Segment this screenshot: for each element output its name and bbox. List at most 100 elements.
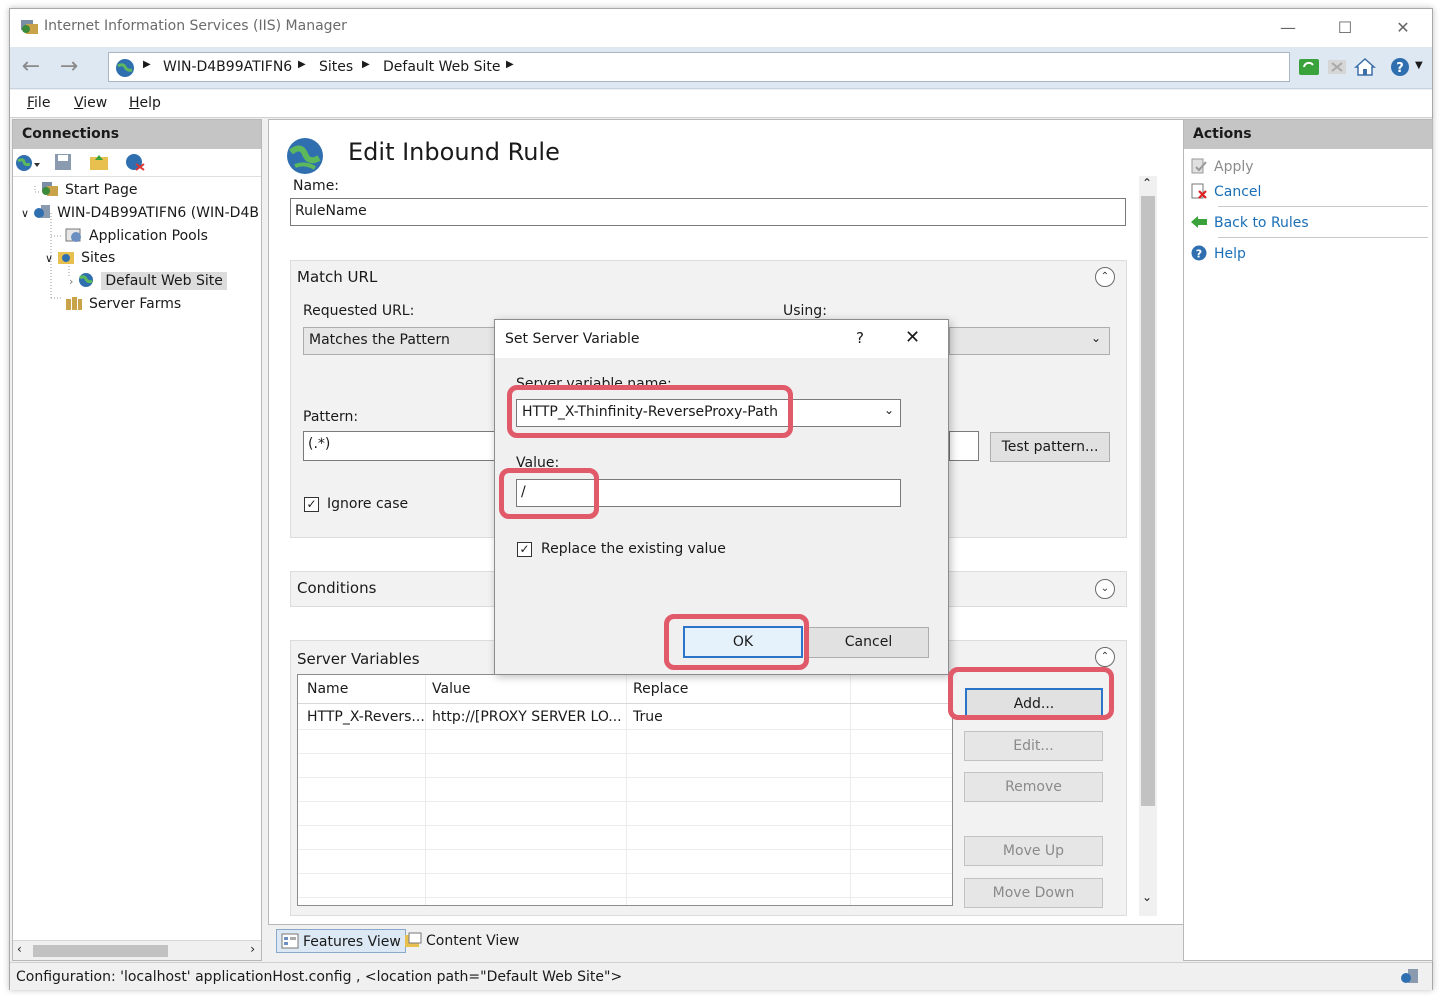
chevron-down-icon[interactable]: ⌄: [884, 403, 894, 417]
requested-url-label: Requested URL:: [303, 303, 415, 319]
using-dropdown[interactable]: ⌄: [949, 327, 1110, 355]
disconnect-icon[interactable]: [125, 153, 145, 171]
menu-file[interactable]: File: [27, 95, 50, 111]
server-icon: [34, 205, 51, 218]
refresh-icon[interactable]: [1298, 56, 1320, 78]
up-folder-icon[interactable]: [89, 153, 109, 171]
breadcrumb-server[interactable]: WIN-D4B99ATIFN6: [163, 59, 292, 75]
dialog-close-icon[interactable]: ✕: [905, 327, 920, 348]
pattern-input-end[interactable]: [949, 431, 979, 461]
action-cancel[interactable]: Cancel: [1190, 183, 1261, 200]
ignore-case-checkbox[interactable]: ✓: [304, 497, 319, 512]
test-pattern-button[interactable]: Test pattern...: [990, 432, 1110, 462]
home-icon[interactable]: [1354, 56, 1376, 78]
expand-chevron-icon[interactable]: ∨: [45, 252, 53, 265]
highlight-add-button: [948, 667, 1114, 720]
requested-url-dropdown[interactable]: Matches the Pattern: [303, 327, 503, 355]
cancel-icon: [1191, 183, 1207, 199]
collapse-up-icon[interactable]: ⌃: [1095, 267, 1115, 287]
features-view-tab[interactable]: Features View: [276, 929, 406, 953]
dialog-cancel-button[interactable]: Cancel: [808, 627, 929, 658]
main-vertical-scrollbar[interactable]: ⌃ ⌄: [1139, 176, 1157, 916]
replace-existing-checkbox[interactable]: ✓: [517, 542, 532, 557]
replace-existing-label: Replace the existing value: [541, 541, 726, 557]
dialog-help-icon[interactable]: ?: [856, 329, 864, 347]
tree-item-application-pools[interactable]: Application Pools: [65, 227, 208, 244]
expand-chevron-icon[interactable]: ∨: [21, 207, 29, 220]
breadcrumb-separator-icon: ▶: [143, 59, 151, 70]
save-icon[interactable]: [54, 153, 72, 171]
pattern-input[interactable]: (.*): [303, 431, 503, 461]
breadcrumb-default-web-site[interactable]: Default Web Site: [383, 59, 500, 75]
sites-folder-icon: [58, 252, 75, 264]
move-up-button[interactable]: Move Up: [964, 836, 1103, 866]
menu-bar: File View Help: [10, 90, 1432, 118]
match-url-header: Match URL: [297, 268, 378, 286]
dropdown-arrow-icon[interactable]: ▼: [1415, 60, 1423, 71]
connections-toolbar: [13, 149, 261, 177]
scroll-right-icon[interactable]: ›: [250, 942, 255, 956]
column-header-value[interactable]: Value: [432, 681, 470, 697]
breadcrumb-separator-icon: ▶: [362, 59, 370, 70]
forward-arrow-icon[interactable]: →: [54, 54, 84, 82]
table-cell-name[interactable]: HTTP_X-Revers...: [307, 709, 425, 725]
action-apply[interactable]: Apply: [1190, 158, 1254, 175]
collapse-up-icon[interactable]: ⌃: [1095, 647, 1115, 667]
tree-item-default-web-site[interactable]: › Default Web Site: [69, 272, 227, 290]
help-icon: ?: [1191, 245, 1207, 261]
ignore-case-label: Ignore case: [327, 496, 409, 512]
breadcrumb-separator-icon: ▶: [506, 59, 514, 70]
connections-horizontal-scrollbar[interactable]: ‹ ›: [13, 940, 261, 960]
using-label: Using:: [783, 303, 827, 319]
column-header-replace[interactable]: Replace: [633, 681, 688, 697]
scroll-down-icon[interactable]: ⌄: [1142, 890, 1152, 904]
apply-icon: [1191, 158, 1207, 174]
server-variables-table: Name Value Replace HTTP_X-Revers... http…: [297, 674, 953, 906]
address-bar[interactable]: ▶ WIN-D4B99ATIFN6 ▶ Sites ▶ Default Web …: [108, 52, 1290, 82]
features-view-icon: [281, 933, 299, 949]
minimize-button[interactable]: —: [1265, 15, 1311, 41]
rule-name-input[interactable]: RuleName: [290, 198, 1126, 226]
tree-item-start-page[interactable]: Start Page: [41, 181, 138, 198]
content-view-tab[interactable]: Content View: [400, 929, 523, 953]
back-arrow-icon[interactable]: ←: [16, 54, 46, 82]
table-cell-value[interactable]: http://[PROXY SERVER LO...: [432, 709, 622, 725]
breadcrumb-separator-icon: ▶: [298, 59, 306, 70]
dialog-title: Set Server Variable: [505, 331, 640, 347]
edit-server-variable-button[interactable]: Edit...: [964, 731, 1103, 761]
svg-text:?: ?: [1196, 248, 1202, 261]
action-back-to-rules[interactable]: Back to Rules: [1190, 214, 1309, 231]
dialog-title-bar: Set Server Variable ? ✕: [495, 320, 948, 358]
action-help[interactable]: ? Help: [1190, 245, 1246, 262]
move-down-button[interactable]: Move Down: [964, 878, 1103, 908]
tree-lines: [34, 186, 70, 299]
tree-item-sites[interactable]: ∨ Sites: [45, 249, 115, 266]
tree-item-server[interactable]: ∨ WIN-D4B99ATIFN6 (WIN-D4B: [21, 204, 259, 221]
title-bar: Internet Information Services (IIS) Mana…: [10, 9, 1432, 47]
remove-server-variable-button[interactable]: Remove: [964, 772, 1103, 802]
connect-globe-icon[interactable]: [15, 154, 41, 172]
scroll-up-icon[interactable]: ⌃: [1142, 176, 1152, 190]
server-variables-header: Server Variables: [297, 650, 420, 668]
maximize-button[interactable]: ☐: [1322, 15, 1368, 41]
close-button[interactable]: ✕: [1380, 15, 1426, 41]
scrollbar-thumb[interactable]: [1141, 196, 1155, 806]
scrollbar-thumb[interactable]: [33, 945, 168, 957]
table-cell-replace[interactable]: True: [633, 709, 663, 725]
collapsed-chevron-icon[interactable]: ›: [69, 275, 73, 288]
page-title: Edit Inbound Rule: [348, 138, 560, 166]
scroll-left-icon[interactable]: ‹: [17, 942, 22, 956]
help-dropdown-icon[interactable]: ?: [1390, 56, 1412, 78]
highlight-value: [499, 468, 599, 519]
status-text: Configuration: 'localhost' applicationHo…: [16, 969, 623, 985]
breadcrumb-sites[interactable]: Sites: [319, 59, 353, 75]
menu-view[interactable]: View: [74, 95, 107, 111]
menu-help[interactable]: Help: [129, 95, 161, 111]
actions-panel: Actions Apply Cancel Back to Rules ? Help: [1183, 119, 1433, 961]
globe-icon: [116, 59, 134, 77]
expand-down-icon[interactable]: ⌄: [1095, 579, 1115, 599]
column-header-name[interactable]: Name: [307, 681, 348, 697]
tree-item-server-farms[interactable]: Server Farms: [65, 295, 181, 312]
stop-icon[interactable]: [1326, 56, 1348, 78]
highlight-ok-button: [664, 614, 809, 670]
